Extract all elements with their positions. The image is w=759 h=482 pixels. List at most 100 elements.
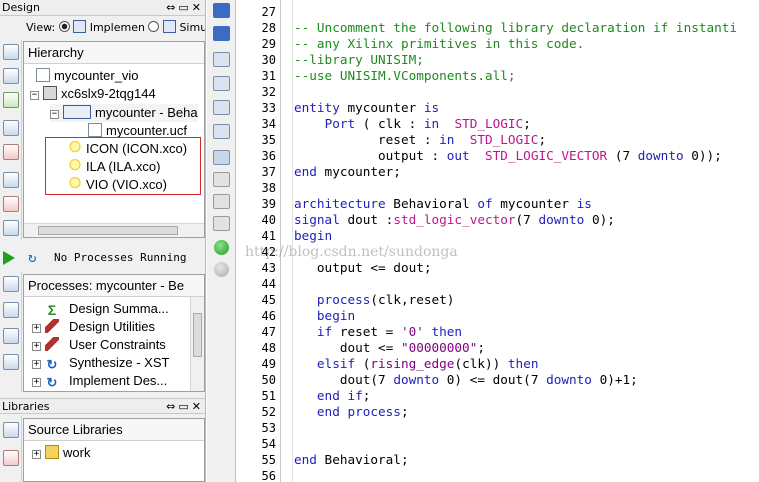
- code-line[interactable]: dout <= "00000000";: [294, 340, 485, 356]
- process-item-implement-design[interactable]: + ↻ Implement Des...: [32, 372, 167, 390]
- remove-source-icon[interactable]: [3, 144, 19, 160]
- code-line[interactable]: reset : in STD_LOGIC;: [294, 132, 546, 148]
- process-item-synthesize[interactable]: + ↻ Synthesize - XST: [32, 354, 169, 372]
- code-line[interactable]: begin: [294, 228, 332, 244]
- insert-template-icon[interactable]: [213, 124, 230, 139]
- code-line[interactable]: begin: [294, 308, 355, 324]
- hierarchy-tree-icon[interactable]: [3, 120, 19, 136]
- go-back-icon[interactable]: [214, 240, 229, 255]
- expand-icon[interactable]: +: [32, 342, 41, 351]
- libraries-pane: Source Libraries + work: [23, 418, 205, 482]
- code-line[interactable]: end mycounter;: [294, 164, 401, 180]
- properties-icon[interactable]: [3, 196, 19, 212]
- toggle-panel-icon[interactable]: [213, 3, 230, 18]
- code-line[interactable]: output <= dout;: [294, 260, 432, 276]
- code-line[interactable]: signal dout :std_logic_vector(7 downto 0…: [294, 212, 615, 228]
- close-icon[interactable]: ✕: [192, 400, 204, 413]
- restore-icon[interactable]: ⇔: [166, 400, 178, 413]
- libraries-panel-title: Libraries: [2, 400, 50, 413]
- code-keyword: if: [316, 324, 333, 339]
- code-line[interactable]: --library UNISIM;: [294, 52, 424, 68]
- line-number: 39: [261, 197, 276, 211]
- collapse-icon[interactable]: −: [50, 110, 59, 119]
- code-line[interactable]: entity mycounter is: [294, 100, 439, 116]
- code-line[interactable]: end if;: [294, 388, 370, 404]
- code-keyword: in: [439, 132, 455, 147]
- process-item-design-utilities[interactable]: + Design Utilities: [32, 318, 155, 336]
- library-item-work[interactable]: + work: [32, 444, 90, 462]
- expand-all-icon[interactable]: [3, 302, 19, 318]
- expand-icon[interactable]: +: [32, 324, 41, 333]
- go-forward-icon[interactable]: [214, 262, 229, 277]
- tree-item-top-module[interactable]: − mycounter - Beha: [50, 104, 198, 122]
- bookmark-clear-icon[interactable]: [213, 216, 230, 231]
- indent-icon[interactable]: [213, 26, 230, 41]
- close-icon[interactable]: ✕: [192, 1, 204, 14]
- expand-icon[interactable]: +: [32, 360, 41, 369]
- restore-icon[interactable]: ⇔: [166, 1, 178, 14]
- add-copy-icon[interactable]: [3, 92, 19, 108]
- view-implementation-label[interactable]: Implemen: [90, 21, 145, 34]
- line-number: 49: [261, 357, 276, 371]
- add-source-icon[interactable]: [3, 68, 19, 84]
- code-line[interactable]: --use UNISIM.VComponents.all;: [294, 68, 516, 84]
- expand-icon[interactable]: +: [32, 450, 41, 459]
- code-line[interactable]: dout(7 downto 0) <= dout(7 downto 0)+1;: [294, 372, 638, 388]
- line-number: 31: [261, 69, 276, 83]
- code-line[interactable]: -- any Xilinx primitives in this code.: [294, 36, 584, 52]
- process-item-user-constraints[interactable]: + User Constraints: [32, 336, 166, 354]
- line-number: 47: [261, 325, 276, 339]
- view-implementation-radio[interactable]: [58, 21, 70, 32]
- scrollbar-thumb[interactable]: [193, 313, 202, 357]
- view-simulation-radio[interactable]: [148, 21, 160, 32]
- collapse-icon[interactable]: −: [30, 91, 39, 100]
- code-line[interactable]: output : out STD_LOGIC_VECTOR (7 downto …: [294, 148, 722, 164]
- chip-view-icon[interactable]: [3, 172, 19, 188]
- code-line[interactable]: Port ( clk : in STD_LOGIC;: [294, 116, 531, 132]
- tree-item-device[interactable]: − xc6slx9-2tqg144: [30, 85, 156, 103]
- remove-library-icon[interactable]: [3, 450, 19, 466]
- code-line[interactable]: architecture Behavioral of mycounter is: [294, 196, 592, 212]
- float-icon[interactable]: ▭: [178, 400, 191, 413]
- code-line[interactable]: end Behavioral;: [294, 452, 409, 468]
- float-icon[interactable]: ▭: [178, 1, 191, 14]
- code-line[interactable]: process(clk,reset): [294, 292, 455, 308]
- panel-layout-icon[interactable]: [3, 354, 19, 370]
- scrollbar-thumb[interactable]: [38, 226, 178, 235]
- code-line[interactable]: if reset = '0' then: [294, 324, 462, 340]
- library-icon: [45, 445, 59, 459]
- run-icon[interactable]: [3, 251, 15, 265]
- processes-pane: Processes: mycounter - Be Σ Design Summa.…: [23, 274, 205, 392]
- code-line[interactable]: end process;: [294, 404, 409, 420]
- new-source-icon[interactable]: [3, 44, 19, 60]
- expand-icon[interactable]: +: [32, 378, 41, 387]
- tree-item-project[interactable]: mycounter_vio: [36, 67, 139, 85]
- code-line[interactable]: elsif (rising_edge(clk)) then: [294, 356, 539, 372]
- code-editor[interactable]: 27 28 29 30 31 32 33 34 35 36 37 38 39 40 41 42 43 44 45 46…: [237, 0, 759, 482]
- code-text: ;: [477, 340, 485, 355]
- unindent-icon[interactable]: [213, 52, 230, 67]
- comment-icon[interactable]: [213, 76, 230, 91]
- code-keyword: then: [507, 356, 539, 371]
- collapse-all-icon[interactable]: [3, 328, 19, 344]
- code-text: (clk)): [454, 356, 508, 371]
- code-text: reset :: [294, 132, 440, 147]
- code-keyword: signal: [294, 212, 340, 227]
- bookmark-icon[interactable]: [213, 150, 230, 165]
- rerun-icon[interactable]: ↻: [28, 248, 36, 268]
- bookmark-prev-icon[interactable]: [213, 194, 230, 209]
- line-number: 35: [261, 133, 276, 147]
- process-item-design-summary[interactable]: Σ Design Summa...: [32, 300, 169, 318]
- code-line[interactable]: -- Uncomment the following library decla…: [294, 20, 737, 36]
- process-tree-icon[interactable]: [3, 276, 19, 292]
- view-simulation-label[interactable]: Simu: [179, 21, 205, 34]
- uncomment-icon[interactable]: [213, 100, 230, 115]
- hierarchy-horizontal-scrollbar[interactable]: [24, 223, 204, 237]
- processes-vertical-scrollbar[interactable]: [190, 297, 204, 391]
- bookmark-next-icon[interactable]: [213, 172, 230, 187]
- panel-layout-icon[interactable]: [3, 220, 19, 236]
- new-library-icon[interactable]: [3, 422, 19, 438]
- status-text: No Processes Running: [54, 251, 187, 264]
